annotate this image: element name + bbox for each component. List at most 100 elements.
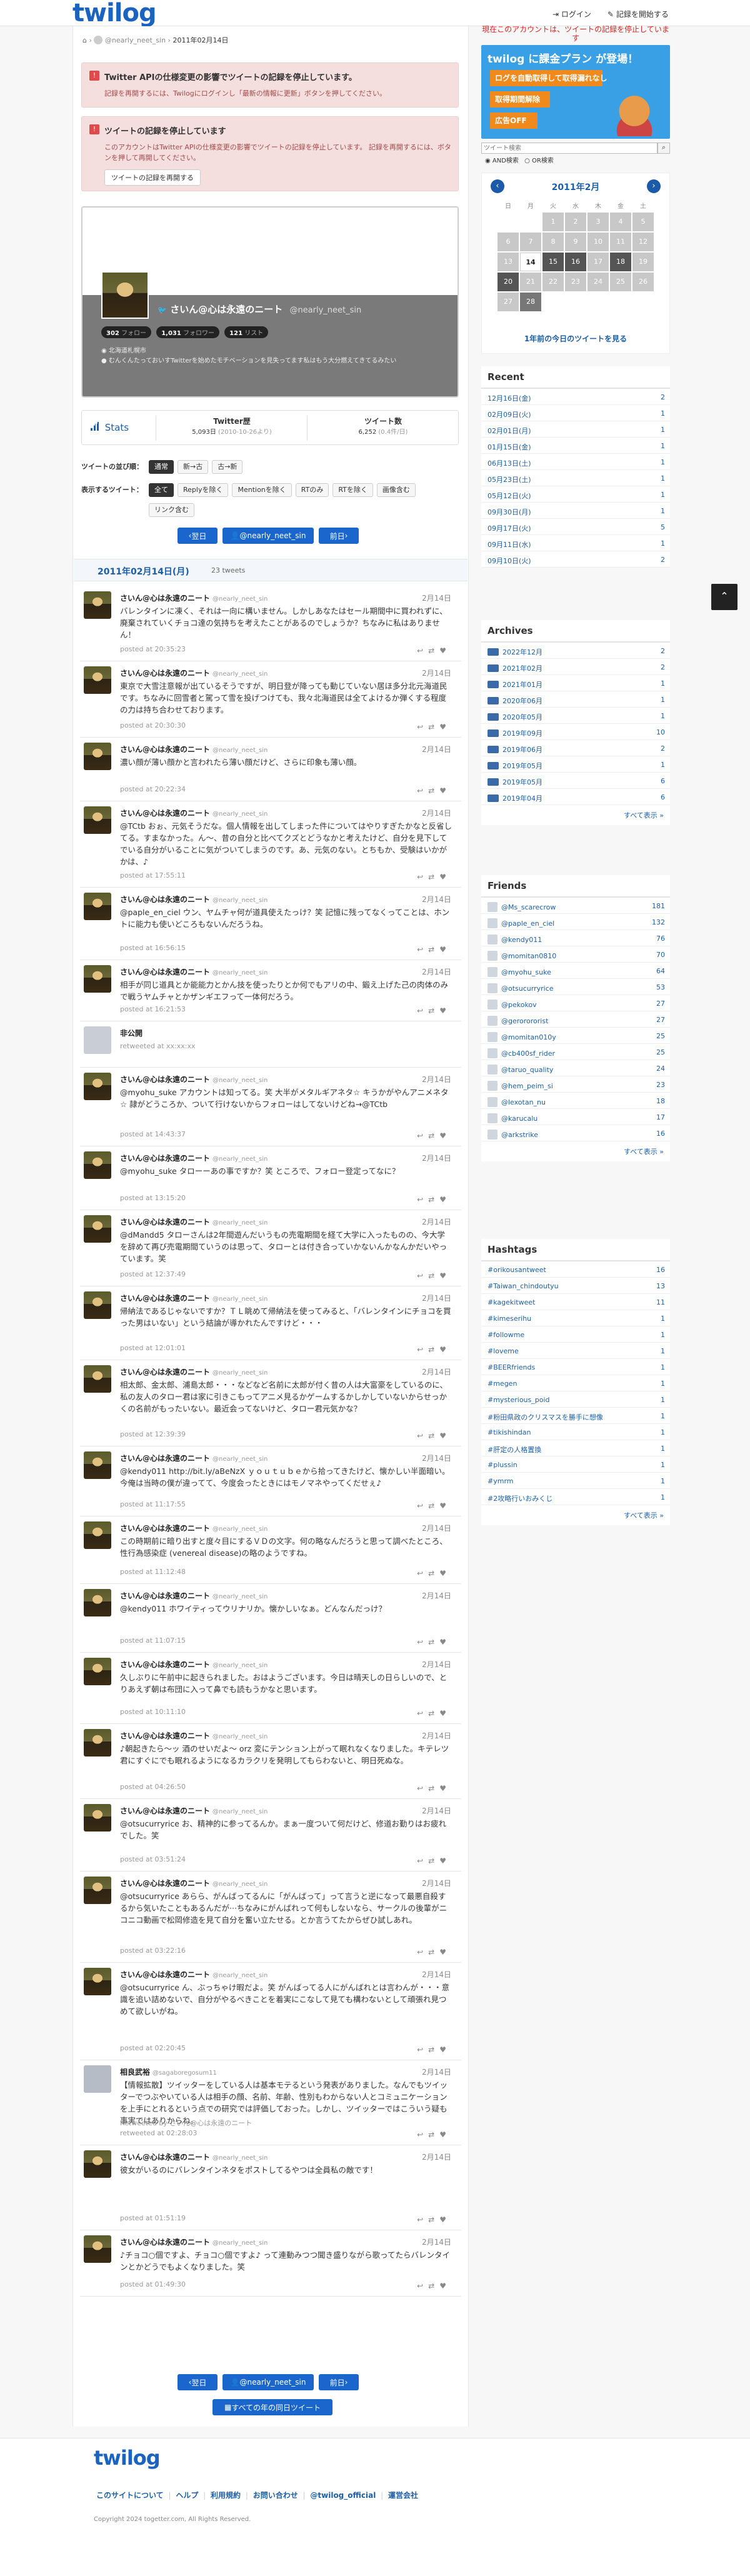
hashtag-label[interactable]: #kimeserihu <box>488 1315 531 1323</box>
user-button[interactable]: 👤 @nearly_neet_sin <box>222 2374 314 2390</box>
cal-next-icon[interactable]: › <box>647 179 661 193</box>
tweet-date[interactable]: 2月14日 <box>422 1590 451 1601</box>
retweet-icon[interactable]: ⇄ <box>428 2215 439 2224</box>
retweet-icon[interactable]: ⇄ <box>428 646 439 655</box>
breadcrumb-user[interactable]: @nearly_neet_sin <box>105 36 166 44</box>
recent-item[interactable]: 05月12日(火) 1 <box>481 486 670 503</box>
retweet-icon[interactable]: ⇄ <box>428 2045 439 2054</box>
recent-label[interactable]: 02月01日(月) <box>488 427 531 435</box>
ad-banner[interactable]: twilog に課金プラン が登場！ ログを自動取得して取得漏れなし 取得期間解… <box>481 45 670 139</box>
archive-item[interactable]: 2020年05月 1 <box>481 708 670 724</box>
login-link[interactable]: ⇥ ログイン <box>552 9 591 19</box>
cal-day[interactable]: 18 <box>610 253 631 271</box>
cal-day[interactable]: 14 <box>520 253 541 271</box>
friend-item[interactable]: @arkstrike 16 <box>481 1125 670 1141</box>
show-no-reply[interactable]: Replyを除く <box>178 483 229 497</box>
tweet-posted-at[interactable]: posted at 17:55:11 <box>120 871 186 880</box>
friend-label[interactable]: @momitan0810 <box>501 952 556 960</box>
reply-icon[interactable]: ↩ <box>417 2130 428 2139</box>
hashtag-item[interactable]: #肝定の人格置換 1 <box>481 1440 670 1456</box>
tweet-avatar[interactable] <box>84 1877 111 1904</box>
friend-item[interactable]: @myohu_suke 64 <box>481 963 670 979</box>
friend-item[interactable]: @pekokov 27 <box>481 995 670 1011</box>
tweet-avatar[interactable] <box>84 1968 111 1995</box>
tweet-author[interactable]: さいん@心は永遠のニート @nearly_neet_sin <box>120 1730 268 1741</box>
stats-link[interactable]: Stats <box>91 422 129 433</box>
hashtag-label[interactable]: #Taiwan_chindoutyu <box>488 1282 559 1290</box>
cal-day[interactable]: 15 <box>542 253 564 271</box>
reply-icon[interactable]: ↩ <box>417 1345 428 1354</box>
tweet-avatar[interactable] <box>84 893 111 920</box>
tweet-author[interactable]: さいん@心は永遠のニート @nearly_neet_sin <box>120 1366 268 1377</box>
tweet-date[interactable]: 2月14日 <box>422 1293 451 1303</box>
like-icon[interactable]: ♥ <box>439 1784 451 1793</box>
friend-label[interactable]: @paple_en_ciel <box>501 920 554 928</box>
order-old-new[interactable]: 古→新 <box>212 460 243 474</box>
tweet-avatar[interactable] <box>84 1291 111 1319</box>
archive-label[interactable]: 2019年06月 <box>502 746 542 754</box>
hashtag-item[interactable]: #ymrm 1 <box>481 1473 670 1489</box>
hashtags-more-link[interactable]: すべて表示 » <box>481 1505 670 1525</box>
recent-item[interactable]: 02月09日(火) 1 <box>481 405 670 421</box>
friend-item[interactable]: @Ms_scarecrow 181 <box>481 898 670 914</box>
friend-label[interactable]: @gerorororist <box>501 1017 548 1025</box>
tweet-posted-at[interactable]: posted at 16:56:15 <box>120 944 186 952</box>
reply-icon[interactable]: ↩ <box>417 1948 428 1957</box>
friend-label[interactable]: @karucalu <box>501 1115 538 1123</box>
like-icon[interactable]: ♥ <box>439 1131 451 1140</box>
tweet-author[interactable]: さいん@心は永遠のニート @nearly_neet_sin <box>120 1878 268 1888</box>
hashtag-item[interactable]: #followme 1 <box>481 1326 670 1343</box>
tweet-author[interactable]: さいん@心は永遠のニート @nearly_neet_sin <box>120 894 268 905</box>
reply-icon[interactable]: ↩ <box>417 1709 428 1718</box>
recent-item[interactable]: 02月01日(月) 1 <box>481 421 670 438</box>
tweet-posted-at[interactable]: posted at 03:51:24 <box>120 1855 186 1863</box>
tweet-author[interactable]: さいん@心は永遠のニート @nearly_neet_sin <box>120 1523 268 1533</box>
like-icon[interactable]: ♥ <box>439 1569 451 1578</box>
tweet-posted-at[interactable]: posted at 20:30:30 <box>120 721 186 729</box>
all-years-same-day-button[interactable]: ▦ すべての年の同日ツイート <box>212 2399 332 2415</box>
recent-item[interactable]: 06月13日(土) 1 <box>481 454 670 470</box>
tweet-date[interactable]: 2月14日 <box>422 894 451 905</box>
archive-item[interactable]: 2019年05月 1 <box>481 756 670 773</box>
hashtag-item[interactable]: #kagekitweet 11 <box>481 1294 670 1310</box>
hashtag-label[interactable]: #loveme <box>488 1347 519 1355</box>
search-button[interactable]: ⌕ <box>658 143 670 154</box>
retweet-icon[interactable]: ⇄ <box>428 1431 439 1440</box>
archive-label[interactable]: 2020年06月 <box>502 697 542 705</box>
tweet-date[interactable]: 2月14日 <box>422 966 451 977</box>
reply-icon[interactable]: ↩ <box>417 2045 428 2054</box>
cal-day[interactable]: 20 <box>498 273 519 291</box>
tweet-posted-at[interactable]: posted at 12:37:49 <box>120 1270 186 1278</box>
show-all[interactable]: 全て <box>149 483 174 497</box>
lists-count[interactable]: 121 リスト <box>224 326 269 338</box>
tweet-posted-at[interactable]: posted at 12:01:01 <box>120 1344 186 1352</box>
tweet-date[interactable]: 2月14日 <box>422 1366 451 1377</box>
archive-label[interactable]: 2021年02月 <box>502 664 542 673</box>
like-icon[interactable]: ♥ <box>439 1709 451 1718</box>
retweet-icon[interactable]: ⇄ <box>428 2282 439 2290</box>
tweet-author[interactable]: さいん@心は永遠のニート @nearly_neet_sin <box>120 966 268 977</box>
retweet-icon[interactable]: ⇄ <box>428 945 439 954</box>
friend-label[interactable]: @Ms_scarecrow <box>501 903 556 911</box>
archive-label[interactable]: 2019年04月 <box>502 794 542 803</box>
tweet-posted-at[interactable]: posted at 10:11:10 <box>120 1708 186 1716</box>
tweet-date[interactable]: 2月14日 <box>422 1074 451 1085</box>
footer-logo[interactable]: twilog <box>94 2446 161 2470</box>
footer-link[interactable]: お問い合わせ <box>253 2491 298 2500</box>
followers-count[interactable]: 1,031 フォロワー <box>156 326 220 338</box>
tweet-avatar[interactable] <box>84 1804 111 1832</box>
recent-label[interactable]: 02月09日(火) <box>488 411 531 419</box>
tweet-date[interactable]: 2月14日 <box>422 1878 451 1888</box>
hashtag-label[interactable]: #粉田県政のクリスマスを勝手に想像 <box>488 1413 603 1421</box>
tweet-date[interactable]: 2月14日 <box>422 1730 451 1741</box>
recent-label[interactable]: 01月15日(金) <box>488 443 531 451</box>
reply-icon[interactable]: ↩ <box>417 873 428 881</box>
tweet-date[interactable]: 2月14日 <box>422 1153 451 1163</box>
tweet-date[interactable]: 2月14日 <box>422 1453 451 1463</box>
hashtag-label[interactable]: #mysterious_poid <box>488 1396 550 1404</box>
tweet-author[interactable]: さいん@心は永遠のニート @nearly_neet_sin <box>120 668 268 678</box>
tweet-posted-at[interactable]: posted at 03:22:16 <box>120 1947 186 1955</box>
retweet-icon[interactable]: ⇄ <box>428 1271 439 1280</box>
like-icon[interactable]: ♥ <box>439 646 451 655</box>
tweet-posted-at[interactable]: posted at 11:17:55 <box>120 1500 186 1508</box>
